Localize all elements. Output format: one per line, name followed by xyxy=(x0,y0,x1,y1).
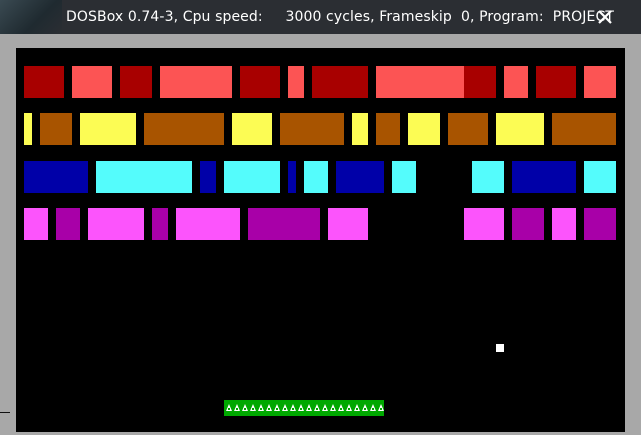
ball xyxy=(496,344,504,352)
brick xyxy=(24,113,32,145)
brick xyxy=(40,113,72,145)
brick xyxy=(448,113,488,145)
brick xyxy=(376,66,464,98)
brick xyxy=(464,208,504,240)
brick xyxy=(24,66,64,98)
brick xyxy=(536,66,576,98)
brick xyxy=(24,208,48,240)
brick xyxy=(392,161,416,193)
brick xyxy=(304,161,328,193)
brick xyxy=(72,66,112,98)
brick xyxy=(144,113,224,145)
brick xyxy=(552,113,616,145)
close-icon xyxy=(598,10,612,24)
brick xyxy=(288,66,304,98)
brick xyxy=(80,113,136,145)
brick xyxy=(248,208,320,240)
brick xyxy=(584,161,616,193)
close-button[interactable] xyxy=(593,6,617,28)
brick xyxy=(176,208,240,240)
brick xyxy=(464,66,496,98)
brick xyxy=(496,113,544,145)
brick xyxy=(56,208,80,240)
brick xyxy=(312,66,368,98)
brick xyxy=(376,113,400,145)
brick xyxy=(352,113,368,145)
brick xyxy=(232,113,272,145)
brick xyxy=(240,66,280,98)
brick xyxy=(152,208,168,240)
brick xyxy=(408,113,440,145)
brick xyxy=(504,66,528,98)
brick xyxy=(96,161,192,193)
brick xyxy=(224,161,280,193)
triangle-pattern-icon xyxy=(226,404,384,411)
brick xyxy=(512,208,544,240)
brick xyxy=(280,113,344,145)
window-title: DOSBox 0.74-3, Cpu speed: 3000 cycles, F… xyxy=(66,9,614,25)
title-bar: DOSBox 0.74-3, Cpu speed: 3000 cycles, F… xyxy=(0,0,641,34)
brick xyxy=(512,161,576,193)
window-corner-decoration xyxy=(0,0,62,34)
brick xyxy=(200,161,216,193)
paddle xyxy=(224,400,384,416)
brick xyxy=(336,161,384,193)
edge-mark xyxy=(0,412,10,413)
brick xyxy=(120,66,152,98)
brick xyxy=(288,161,296,193)
brick xyxy=(328,208,368,240)
brick xyxy=(160,66,232,98)
brick xyxy=(552,208,576,240)
brick xyxy=(88,208,144,240)
brick xyxy=(584,66,616,98)
brick xyxy=(24,161,88,193)
brick xyxy=(472,161,504,193)
game-screen[interactable] xyxy=(16,48,625,432)
brick xyxy=(584,208,616,240)
